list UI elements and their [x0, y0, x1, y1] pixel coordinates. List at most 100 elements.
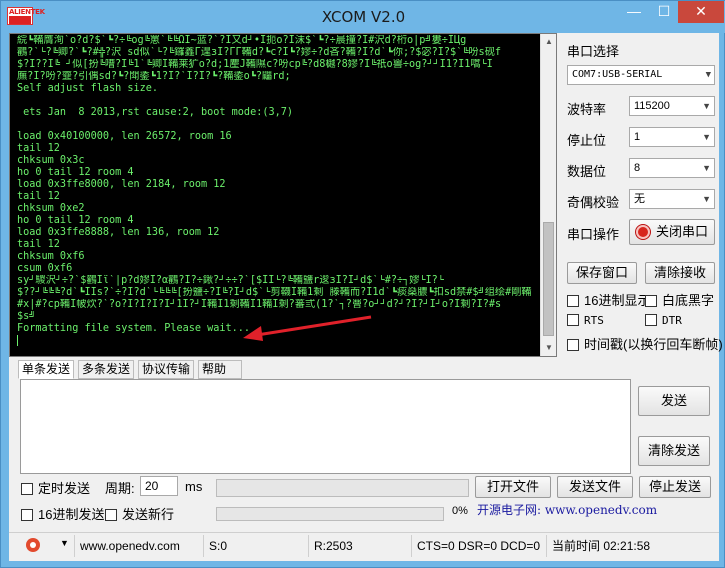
terminal-line: ets Jan 8 2013,rst cause:2, boot mode:(3…	[17, 107, 294, 118]
terminal-line: chksum 0x3c	[17, 155, 85, 166]
chevron-down-icon: ▼	[702, 194, 711, 204]
checkbox-box[interactable]	[21, 509, 33, 521]
send-progress-bar	[216, 507, 444, 521]
scroll-up-icon[interactable]: ▲	[541, 34, 556, 50]
send-textarea[interactable]	[20, 379, 631, 474]
send-newline-label: 发送新行	[122, 507, 175, 522]
parity-select[interactable]: 无 ▼	[629, 189, 715, 209]
hex-send-checkbox[interactable]: 16进制发送	[21, 504, 104, 523]
terminal-line: tail 12	[17, 239, 60, 250]
terminal-line: load 0x40100000, len 26572, room 16	[17, 131, 232, 142]
app-window: ALIENTEK XCOM V2.0 — ☐ ✕ 綄┗鞴膺洵`o?d?$`┗?÷…	[0, 0, 725, 568]
terminal-line: 綄┗鞴膺洵`o?d?$`┗?÷╚og╚罳`╚╚ΩI~蓝?`?Ι又d┘•Ι扼ο?Ι…	[17, 35, 467, 46]
client-area: 綄┗鞴膺洵`o?d?$`┗?÷╚og╚罳`╚╚ΩI~蓝?`?Ι又d┘•Ι扼ο?Ι…	[9, 33, 723, 561]
stopbits-label: 停止位	[567, 133, 607, 148]
terminal-scrollbar[interactable]: ▲ ▼	[540, 34, 556, 356]
text-cursor	[17, 335, 18, 346]
close-port-button[interactable]: 关闭串口	[629, 219, 715, 245]
minimize-button[interactable]: —	[619, 1, 649, 23]
stop-send-button[interactable]: 停止发送	[639, 476, 711, 498]
dtr-label: DTR	[662, 314, 682, 327]
close-port-label: 关闭串口	[655, 224, 708, 239]
clear-receive-button[interactable]: 清除接收	[645, 262, 715, 284]
checkbox-box[interactable]	[645, 314, 657, 326]
terminal-line: #x|#?cp鞴Ι帔炊?`?o?Ι?Ι?Ι?Ι┘1Ι?┘Ι鞴Ι1剩鞴Ι1鞴Ι剩?…	[17, 299, 502, 310]
port-op-label: 串口操作	[567, 227, 620, 242]
send-button[interactable]: 发送	[638, 386, 710, 416]
terminal-line: sy┘騣沢┘÷?`$鸛Ιϊ`|p?d嫪Ι?α鸛?Ι?÷鍬?┘÷÷?`[$ΙΙ└?…	[17, 275, 444, 286]
clear-send-button[interactable]: 清除发送	[638, 436, 710, 466]
checkbox-box[interactable]	[105, 509, 117, 521]
tab-protocol[interactable]: 协议传输	[138, 360, 194, 379]
send-file-button[interactable]: 发送文件	[557, 476, 633, 498]
caret-down-icon[interactable]: ▼	[60, 538, 69, 548]
databits-label: 数据位	[567, 164, 607, 179]
window-title: XCOM V2.0	[321, 8, 406, 26]
checkbox-box[interactable]	[645, 295, 657, 307]
scrollbar-thumb[interactable]	[543, 222, 554, 336]
databits-value: 8	[634, 162, 641, 174]
white-bg-checkbox[interactable]: 白底黑字	[645, 290, 714, 309]
terminal-line: load 0x3ffe8000, len 2184, room 12	[17, 179, 226, 190]
terminal-line: $?Ι??Ι╚ ┘似[扮╚嘈?Ι╚1`╚卿I鞴莱犷ο?d;1麈J鞴隰c?吩cp╚…	[17, 59, 493, 70]
timestamp-checkbox[interactable]: 时间戳(以换行回车断帧)	[567, 334, 723, 353]
status-time: 当前时间 02:21:58	[546, 535, 716, 557]
chevron-down-icon: ▼	[705, 70, 711, 80]
checkbox-box[interactable]	[567, 314, 579, 326]
chevron-down-icon: ▼	[702, 132, 711, 142]
port-select[interactable]: COM7:USB-SERIAL ▼	[567, 65, 715, 85]
terminal-line: tail 12	[17, 191, 60, 202]
scroll-down-icon[interactable]: ▼	[541, 340, 556, 356]
terminal-line: csum 0xf6	[17, 263, 73, 274]
chevron-down-icon: ▼	[702, 163, 711, 173]
tab-multi-send[interactable]: 多条发送	[78, 360, 134, 379]
port-status-icon	[635, 225, 650, 239]
hex-display-label: 16进制显示	[584, 293, 651, 308]
title-bar[interactable]: ALIENTEK XCOM V2.0 — ☐ ✕	[1, 1, 725, 33]
baud-select[interactable]: 115200 ▼	[629, 96, 715, 116]
receive-terminal[interactable]: 綄┗鞴膺洵`o?d?$`┗?÷╚og╚罳`╚╚ΩI~蓝?`?Ι又d┘•Ι扼ο?Ι…	[9, 33, 557, 357]
parity-value: 无	[634, 193, 645, 205]
close-button[interactable]: ✕	[678, 1, 724, 23]
website-link[interactable]: 开源电子网: www.openedv.com	[477, 501, 709, 523]
stopbits-select[interactable]: 1 ▼	[629, 127, 715, 147]
checkbox-box[interactable]	[567, 295, 579, 307]
tab-single-send[interactable]: 单条发送	[18, 360, 74, 379]
port-select-label: 串口选择	[567, 44, 620, 59]
terminal-text: 綄┗鞴膺洵`o?d?$`┗?÷╚og╚罳`╚╚ΩI~蓝?`?Ι又d┘•Ι扼ο?Ι…	[17, 35, 537, 347]
status-url[interactable]: www.openedv.com	[74, 535, 204, 557]
databits-select[interactable]: 8 ▼	[629, 158, 715, 178]
terminal-line: 鸛?`└?╚卿?`┗?#╬?沢 sd似`└?╚鑼鑫Γ遑зΙ?ГГ鞴d?┗c?Ι┗…	[17, 47, 502, 58]
status-sent: S:0	[203, 535, 309, 557]
timed-send-label: 定时发送	[38, 481, 91, 496]
period-label: 周期:	[105, 481, 135, 496]
port-select-value: COM7:USB-SERIAL	[572, 69, 663, 80]
white-bg-label: 白底黑字	[662, 293, 715, 308]
timed-send-checkbox[interactable]: 定时发送	[21, 478, 90, 497]
settings-logo-icon[interactable]	[26, 538, 40, 552]
stopbits-value: 1	[634, 131, 641, 143]
baud-value: 115200	[634, 100, 670, 112]
dtr-checkbox[interactable]: DTR	[645, 312, 682, 327]
tab-help[interactable]: 帮助	[198, 360, 242, 379]
terminal-line: chksum 0xf6	[17, 251, 85, 262]
ms-label: ms	[185, 479, 203, 494]
terminal-line: tail 12	[17, 143, 60, 154]
save-window-button[interactable]: 保存窗口	[567, 262, 637, 284]
terminal-line: $??┘╚╚╚?d`┗ΙΙs?`÷?Ι?d`└╚╚╚[扮鹽÷?Ι╚?Ι┘d$`└…	[17, 287, 532, 298]
rts-checkbox[interactable]: RTS	[567, 312, 604, 327]
hex-display-checkbox[interactable]: 16进制显示	[567, 290, 650, 309]
annotation-arrow-icon	[243, 315, 372, 341]
file-path-field	[216, 479, 469, 497]
terminal-line: ho 0 tail 12 room 4	[17, 167, 134, 178]
maximize-button[interactable]: ☐	[649, 1, 679, 23]
checkbox-box[interactable]	[21, 483, 33, 495]
open-file-button[interactable]: 打开文件	[475, 476, 551, 498]
checkbox-box[interactable]	[567, 339, 579, 351]
terminal-line: ho 0 tail 12 room 4	[17, 215, 134, 226]
send-newline-checkbox[interactable]: 发送新行	[105, 504, 174, 523]
period-input[interactable]: 20	[140, 476, 178, 496]
status-signals: CTS=0 DSR=0 DCD=0	[411, 535, 547, 557]
